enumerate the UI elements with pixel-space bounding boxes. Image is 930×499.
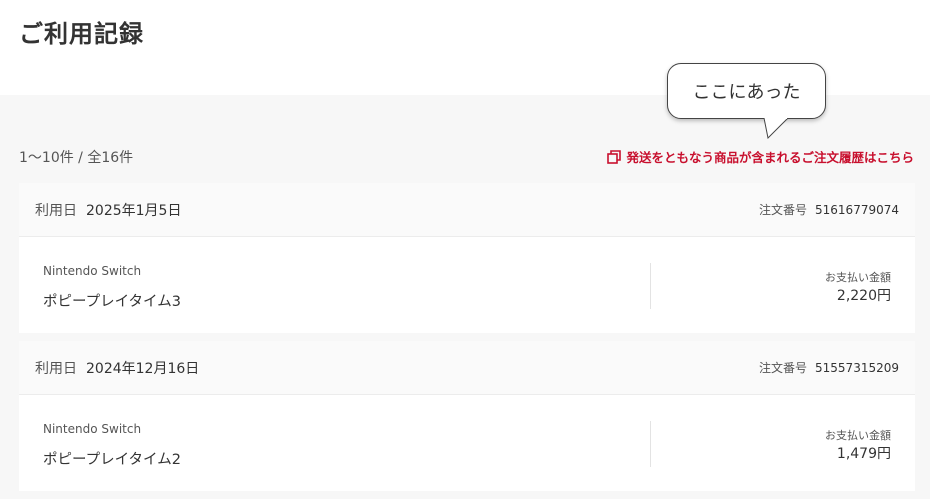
order-number: 注文番号 51616779074 [759, 201, 899, 218]
record-header: 利用日 2025年1月5日 注文番号 51616779074 [19, 183, 915, 237]
use-date-value: 2024年12月16日 [86, 360, 200, 377]
order-number: 注文番号 51557315209 [759, 359, 899, 376]
window-stack-icon [607, 149, 622, 164]
order-number-label: 注文番号 [759, 203, 808, 217]
callout-tail [763, 118, 789, 140]
payment-amount: 1,479円 [836, 446, 891, 462]
order-number-label: 注文番号 [759, 361, 808, 375]
result-count: 1〜10件 / 全16件 [19, 150, 134, 166]
shipping-orders-link[interactable]: 発送をともなう商品が含まれるご注文履歴はこちら [607, 147, 914, 166]
shipping-link-label: 発送をともなう商品が含まれるご注文履歴はこちら [626, 150, 914, 165]
use-date-label: 利用日 [35, 202, 77, 219]
platform-label: Nintendo Switch [43, 264, 142, 278]
records-section: 1〜10件 / 全16件 発送をともなう商品が含まれるご注文履歴はこちら 利用日… [0, 95, 930, 499]
payment-label: お支払い金額 [825, 271, 891, 284]
platform-label: Nintendo Switch [43, 422, 142, 436]
record-body: Nintendo Switch ポピープレイタイム3 お支払い金額 2,220円 [19, 237, 915, 333]
record-card: 利用日 2025年1月5日 注文番号 51616779074 Nintendo Sw… [19, 183, 915, 333]
use-date: 利用日 2024年12月16日 [35, 358, 199, 378]
record-body: Nintendo Switch ポピープレイタイム2 お支払い金額 1,479円 [19, 395, 915, 491]
order-number-value: 51616779074 [815, 203, 899, 217]
annotation-callout: ここにあった [667, 63, 826, 119]
use-date: 利用日 2025年1月5日 [35, 200, 181, 220]
use-date-value: 2025年1月5日 [86, 202, 182, 219]
divider [650, 263, 651, 309]
use-date-label: 利用日 [35, 360, 77, 377]
record-header: 利用日 2024年12月16日 注文番号 51557315209 [19, 341, 915, 395]
payment-label: お支払い金額 [825, 429, 891, 442]
game-title: ポピープレイタイム3 [43, 294, 181, 310]
page-title: ご利用記録 [19, 20, 144, 48]
order-number-value: 51557315209 [815, 361, 899, 375]
payment-amount: 2,220円 [836, 288, 891, 304]
record-card: 利用日 2024年12月16日 注文番号 51557315209 Nintendo … [19, 341, 915, 491]
callout-text: ここにあった [692, 82, 801, 103]
divider [650, 421, 651, 467]
game-title: ポピープレイタイム2 [43, 452, 181, 468]
